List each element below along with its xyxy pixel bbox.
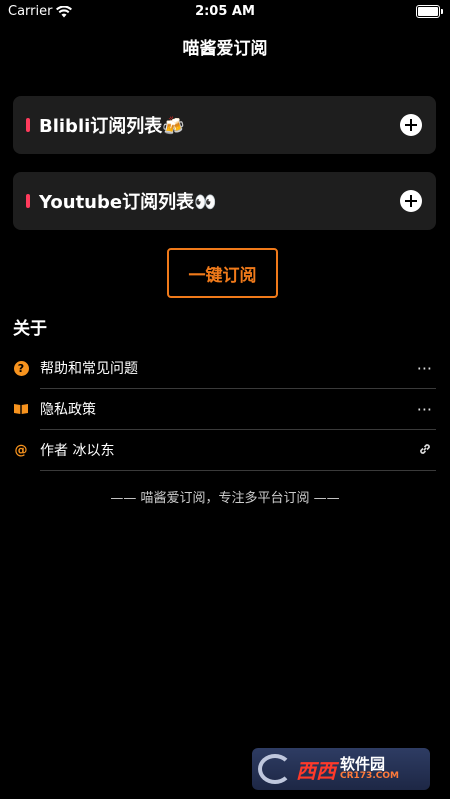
add-icon[interactable] (400, 114, 422, 136)
watermark-logo: 西西 软件园 CR173.COM (252, 748, 430, 790)
one-click-subscribe-button[interactable]: 一键订阅 (167, 248, 278, 298)
watermark-c-icon (258, 754, 292, 784)
about-section-title: 关于 (13, 319, 47, 339)
about-item-label: 作者 冰以东 (40, 443, 115, 459)
book-icon (13, 401, 29, 417)
card-marker (26, 118, 30, 132)
about-item-author[interactable]: @ 作者 冰以东 (13, 430, 436, 470)
bilibili-subscription-card[interactable]: Blibli订阅列表🍻 (13, 96, 436, 154)
more-icon: ··· (416, 399, 432, 419)
divider (40, 470, 436, 471)
status-bar: Carrier 2:05 AM (0, 0, 450, 24)
about-item-label: 帮助和常见问题 (40, 361, 138, 377)
youtube-subscription-card[interactable]: Youtube订阅列表👀 (13, 172, 436, 230)
add-icon[interactable] (400, 190, 422, 212)
watermark-domain: CR173.COM (340, 771, 399, 781)
watermark-mark: 西西 (296, 758, 336, 783)
status-time: 2:05 AM (195, 4, 255, 19)
battery-icon (416, 5, 443, 18)
about-item-label: 隐私政策 (40, 402, 96, 418)
app-screen: Carrier 2:05 AM 喵酱爱订阅 Blibli订阅列表🍻 Youtub… (0, 0, 450, 799)
about-item-privacy[interactable]: 隐私政策 ··· (13, 389, 436, 429)
card-marker (26, 194, 30, 208)
more-icon: ··· (416, 358, 432, 378)
watermark-text: 软件园 (340, 755, 386, 773)
at-icon: @ (14, 442, 28, 458)
link-icon (418, 441, 432, 460)
about-item-help[interactable]: ? 帮助和常见问题 ··· (13, 348, 436, 388)
card-label: Blibli订阅列表🍻 (39, 116, 185, 137)
card-label: Youtube订阅列表👀 (39, 192, 217, 213)
help-icon: ? (13, 360, 29, 376)
footer-tagline: —— 喵酱爱订阅，专注多平台订阅 —— (110, 491, 340, 506)
page-title: 喵酱爱订阅 (182, 39, 268, 59)
